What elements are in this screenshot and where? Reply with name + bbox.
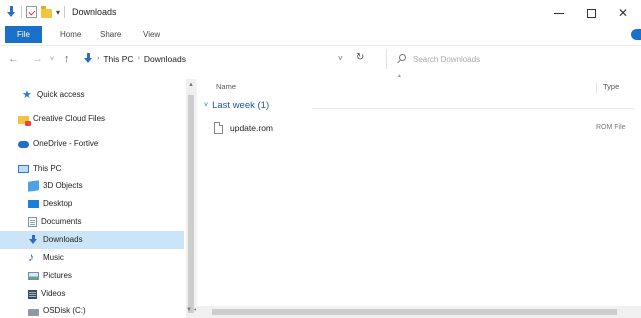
up-button[interactable]: ↑	[64, 53, 70, 65]
forward-button[interactable]: →	[32, 53, 43, 65]
tab-home[interactable]: Home	[52, 26, 89, 43]
column-header-name[interactable]: Name	[216, 82, 236, 91]
sidebar-item-label: Documents	[41, 217, 82, 226]
navigation-pane: Quick access Creative Cloud Files OneDri…	[0, 79, 196, 318]
sidebar-item-creative-cloud-files[interactable]: Creative Cloud Files	[0, 110, 184, 128]
recent-locations-button[interactable]: ˅	[50, 56, 54, 63]
sidebar-item-this-pc[interactable]: This PC	[0, 160, 184, 178]
sidebar-item-label: Quick access	[37, 90, 85, 99]
scrollbar-thumb[interactable]	[188, 95, 194, 313]
toolbar-divider	[64, 6, 66, 18]
title-bar: ▾ Downloads ✕	[0, 0, 641, 26]
scroll-up-arrow-icon[interactable]: ▲	[188, 82, 194, 88]
window-title: Downloads	[72, 7, 117, 17]
videos-icon	[28, 289, 37, 299]
sidebar-item-onedrive[interactable]: OneDrive - Fortive	[0, 135, 184, 153]
sidebar-item-documents[interactable]: Documents	[0, 213, 184, 231]
tab-share[interactable]: Share	[92, 26, 129, 43]
desktop-icon	[28, 200, 39, 208]
file-type: ROM File	[596, 124, 626, 131]
search-input[interactable]	[413, 52, 613, 66]
downloads-location-icon	[84, 53, 93, 64]
scrollbar-thumb[interactable]	[212, 309, 617, 315]
sidebar-item-label: Music	[43, 253, 64, 262]
sidebar-item-label: Desktop	[43, 199, 73, 208]
quick-access-toolbar: ▾ Downloads	[6, 6, 117, 18]
file-name[interactable]: update.rom	[230, 123, 273, 133]
maximize-button[interactable]	[575, 0, 607, 26]
star-icon	[22, 86, 33, 104]
minimize-button[interactable]	[543, 0, 575, 26]
3d-objects-icon	[28, 180, 39, 192]
column-header-type[interactable]: Type	[596, 82, 619, 94]
collapse-chevron-icon[interactable]: ˅	[204, 102, 208, 109]
refresh-button[interactable]: ↻	[356, 52, 364, 63]
sidebar-item-pictures[interactable]: Pictures	[0, 267, 184, 285]
documents-icon	[28, 217, 37, 227]
toolbar-divider	[21, 6, 22, 18]
sidebar-item-label: Creative Cloud Files	[33, 114, 106, 123]
pictures-icon	[28, 272, 39, 280]
breadcrumb[interactable]: › This PC › Downloads	[84, 53, 186, 64]
creative-cloud-folder-icon	[18, 116, 31, 126]
computer-icon	[18, 165, 29, 173]
customize-toolbar-dropdown[interactable]: ▾	[56, 8, 60, 17]
tab-view[interactable]: View	[135, 26, 168, 43]
sidebar-item-label: 3D Objects	[43, 181, 83, 190]
back-button[interactable]: ←	[8, 53, 19, 65]
download-arrow-icon[interactable]	[6, 6, 17, 18]
file-list: ▲ Name Type ˅ Last week (1) update.rom R…	[197, 73, 641, 318]
maximize-icon	[586, 8, 596, 18]
sidebar-item-label: Videos	[41, 289, 66, 298]
breadcrumb-this-pc[interactable]: This PC	[103, 54, 133, 64]
address-bar-row: ← → ˅ ↑ › This PC › Downloads ˅ ↻	[0, 45, 641, 73]
downloads-icon	[28, 235, 39, 245]
sidebar-item-label: Pictures	[43, 271, 72, 280]
tab-file[interactable]: File	[5, 26, 42, 43]
horizontal-scrollbar[interactable]	[196, 306, 641, 318]
sidebar-item-label: OSDisk (C:)	[43, 306, 86, 315]
disk-icon	[28, 308, 39, 316]
breadcrumb-downloads[interactable]: Downloads	[144, 54, 186, 64]
sidebar-item-label: Downloads	[43, 235, 83, 244]
sidebar-item-label: OneDrive - Fortive	[33, 139, 99, 148]
sidebar-item-quick-access[interactable]: Quick access	[0, 86, 184, 104]
sidebar-item-3d-objects[interactable]: 3D Objects	[0, 177, 184, 195]
properties-icon[interactable]	[26, 6, 37, 18]
sidebar-item-osdisk[interactable]: OSDisk (C:)	[0, 302, 184, 318]
navigation-pane-scrollbar[interactable]: ▲	[186, 79, 196, 318]
group-divider	[312, 108, 634, 109]
minimize-icon	[554, 12, 564, 14]
sidebar-item-music[interactable]: Music	[0, 248, 184, 267]
group-header[interactable]: ˅ Last week (1)	[204, 100, 269, 111]
close-button[interactable]: ✕	[607, 0, 639, 26]
breadcrumb-separator[interactable]: ›	[97, 55, 99, 62]
sort-indicator-icon: ▲	[397, 73, 402, 79]
group-label: Last week (1)	[212, 100, 270, 111]
breadcrumb-separator[interactable]: ›	[138, 55, 140, 62]
search-icon	[399, 54, 406, 61]
list-item[interactable]: update.rom ROM File	[204, 121, 641, 137]
search-box[interactable]	[386, 49, 631, 69]
column-headers: ▲ Name Type	[197, 73, 641, 99]
sidebar-item-downloads[interactable]: Downloads	[0, 231, 184, 249]
cloud-icon	[18, 141, 29, 148]
help-icon[interactable]	[631, 29, 641, 40]
sidebar-item-desktop[interactable]: Desktop	[0, 195, 184, 213]
new-folder-icon[interactable]	[41, 6, 52, 18]
ribbon-tabs: File Home Share View	[0, 26, 641, 43]
music-icon	[28, 248, 39, 266]
file-icon	[214, 122, 223, 134]
sidebar-item-videos[interactable]: Videos	[0, 285, 184, 303]
sidebar-item-label: This PC	[33, 164, 62, 173]
address-history-dropdown[interactable]: ˅	[338, 54, 343, 63]
